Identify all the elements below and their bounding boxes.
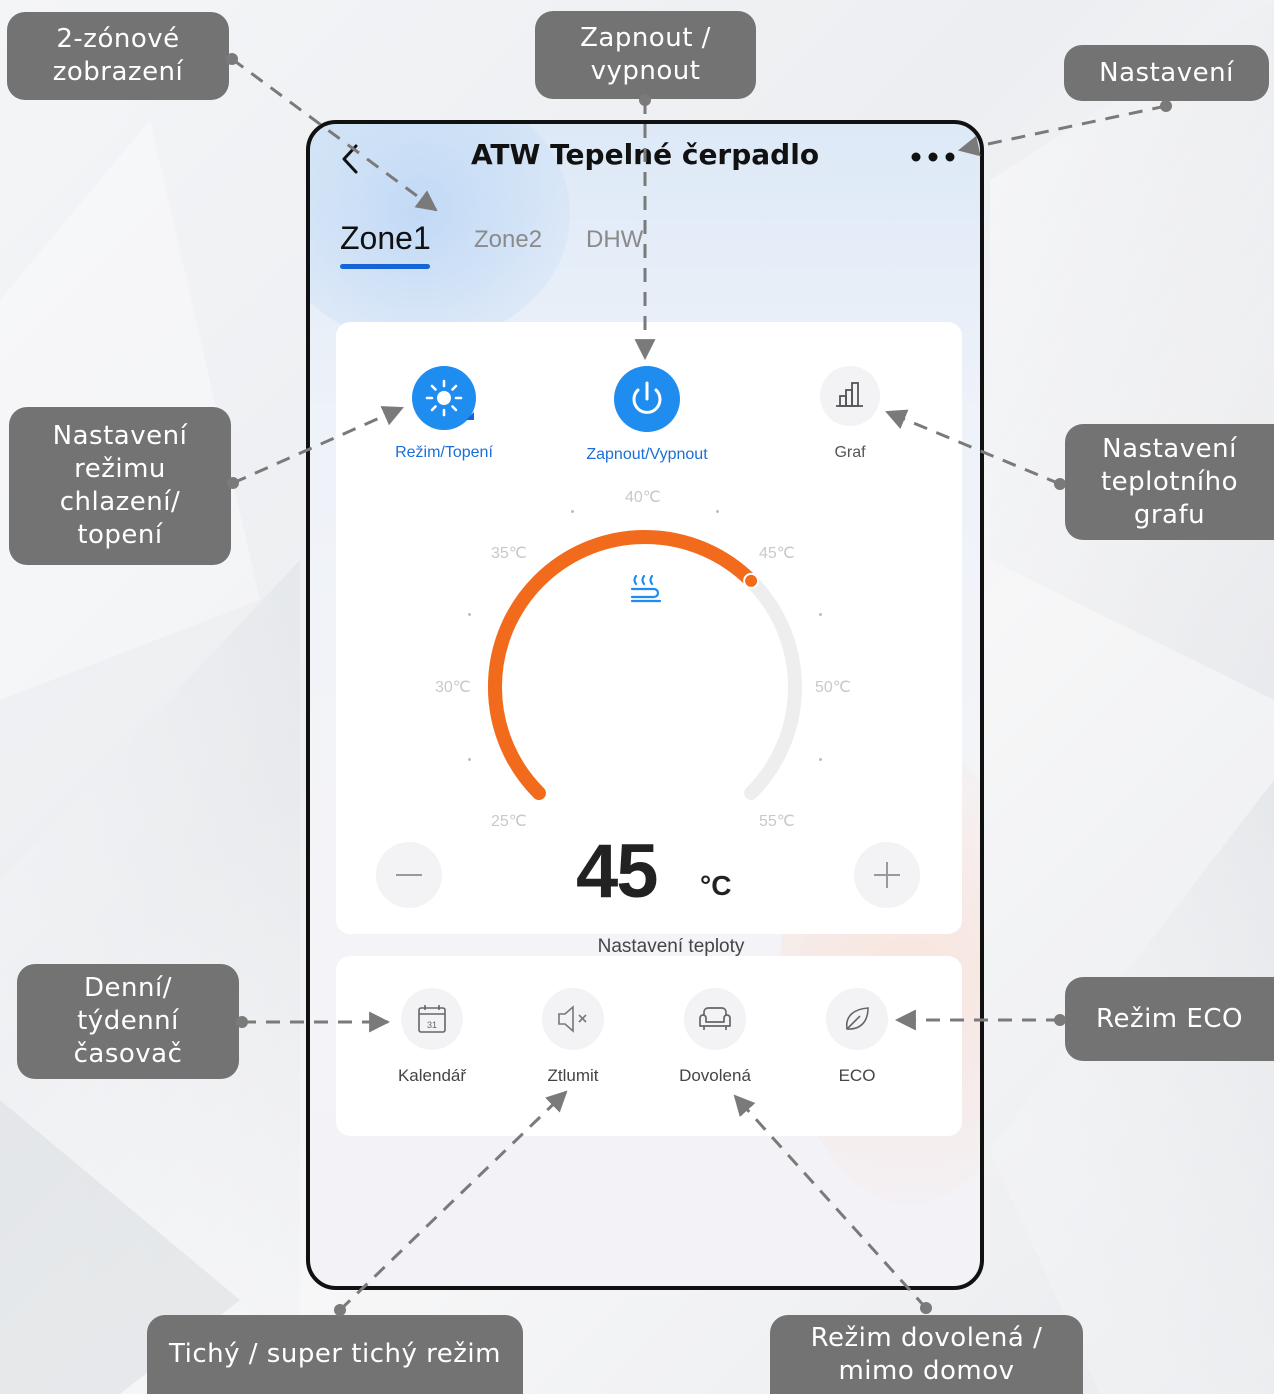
eco-button[interactable]	[826, 988, 888, 1050]
functions-card: 31 Kalendář Ztlumit Dovolená ECO	[336, 956, 962, 1136]
temperature-caption: Nastavení teploty	[597, 936, 745, 957]
svg-text:31: 31	[427, 1020, 437, 1030]
temperature-value: 45	[576, 829, 659, 914]
dial-scale-label: 50℃	[815, 679, 851, 696]
page-title: ATW Tepelné čerpadlo	[470, 138, 820, 171]
decrease-button[interactable]	[376, 842, 442, 908]
minus-icon	[396, 874, 422, 876]
annotation-holiday: Režim dovolená / mimo domov	[770, 1315, 1083, 1394]
dial-scale-dot	[716, 510, 719, 513]
tab-dhw[interactable]: DHW	[586, 226, 643, 254]
active-tab-indicator	[340, 264, 430, 269]
annotation-mode: Nastavení režimu chlazení/ topení	[9, 407, 231, 565]
plus-icon	[874, 862, 900, 888]
increase-button[interactable]	[854, 842, 920, 908]
calendar-icon: 31	[418, 1005, 446, 1033]
annotation-power: Zapnout / vypnout	[535, 11, 756, 99]
dial-scale-label: 35℃	[491, 545, 527, 562]
dial-knob[interactable]	[743, 572, 760, 589]
annotation-quiet: Tichý / super tichý režim	[147, 1315, 523, 1394]
heating-water-icon	[630, 574, 662, 603]
thermostat-card: Režim/Topení Zapnout/Vypnout Graf 25℃ 30…	[336, 322, 962, 957]
leaf-icon	[845, 1007, 869, 1030]
mute-button[interactable]	[542, 988, 604, 1050]
mute-label: Ztlumit	[547, 1066, 599, 1085]
tab-zone1[interactable]: Zone1	[340, 220, 431, 257]
eco-label: ECO	[838, 1066, 876, 1085]
dial-scale-dot	[819, 758, 822, 761]
dial-scale-dot	[571, 510, 574, 513]
phone-screen: ATW Tepelné čerpadlo Zone1 Zone2 DHW Rež…	[306, 120, 984, 1290]
dial-progress-arc	[487, 529, 759, 801]
dial-scale-label: 30℃	[435, 679, 471, 696]
arrow-settings	[957, 104, 1167, 157]
dial-scale-label: 55℃	[759, 813, 795, 830]
dial-scale-dot	[468, 758, 471, 761]
dial-scale-label: 25℃	[491, 813, 527, 830]
annotation-settings: Nastavení	[1064, 45, 1269, 101]
sofa-icon	[699, 1007, 731, 1030]
mute-speaker-icon	[558, 1005, 587, 1033]
more-options-icon[interactable]	[910, 150, 956, 164]
annotation-eco: Režim ECO	[1065, 977, 1274, 1061]
tab-zone2[interactable]: Zone2	[474, 226, 542, 254]
annotation-timer: Denní/ týdenní časovač	[17, 964, 239, 1079]
dial-scale-dot	[819, 613, 822, 616]
dial-scale-label: 45℃	[759, 545, 795, 562]
annotation-zones: 2-zónové zobrazení	[7, 12, 229, 100]
dial-scale-label: 40℃	[625, 489, 661, 506]
calendar-button[interactable]: 31	[401, 988, 463, 1050]
calendar-label: Kalendář	[397, 1066, 467, 1085]
holiday-button[interactable]	[684, 988, 746, 1050]
dial-scale-dot	[468, 613, 471, 616]
holiday-label: Dovolená	[679, 1066, 751, 1085]
annotation-graph: Nastavení teplotního grafu	[1065, 424, 1274, 540]
temperature-unit: °C	[700, 870, 732, 901]
